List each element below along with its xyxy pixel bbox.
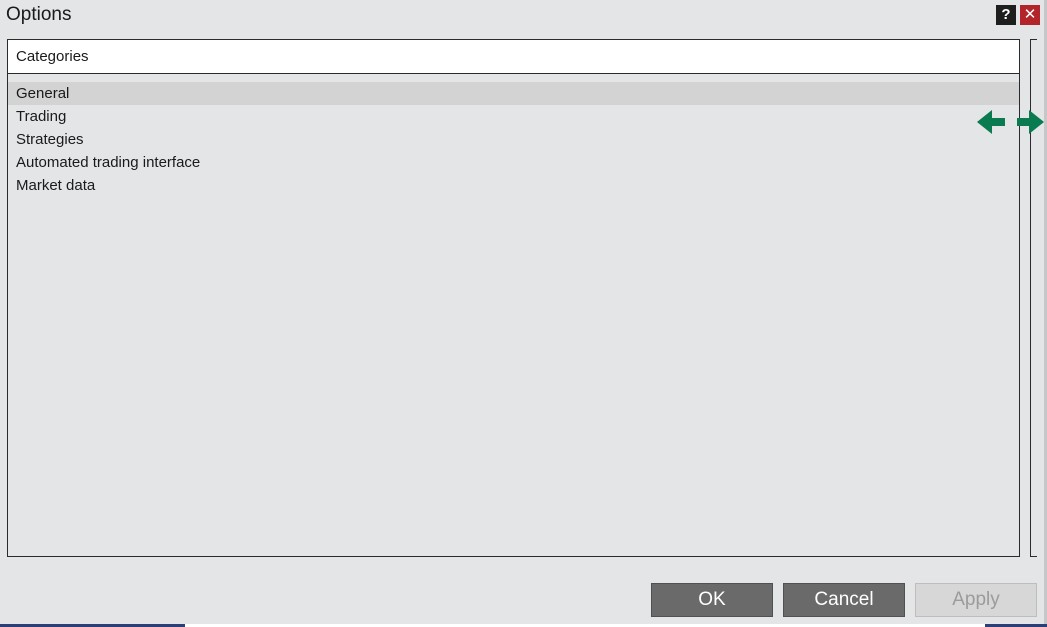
- resize-horizontal-icon[interactable]: [977, 108, 1047, 136]
- category-item-label: Automated trading interface: [16, 154, 201, 171]
- help-icon: ?: [1001, 6, 1011, 23]
- title-bar: Options ? ✕: [0, 0, 1047, 30]
- ok-button[interactable]: OK: [651, 583, 773, 617]
- category-item-label: General: [16, 85, 70, 102]
- category-item-market-data[interactable]: Market data: [8, 174, 1019, 197]
- category-item-automated-trading-interface[interactable]: Automated trading interface: [8, 151, 1019, 174]
- category-item-label: Trading: [16, 108, 67, 125]
- categories-header-label: Categories: [16, 48, 89, 65]
- cancel-button[interactable]: Cancel: [783, 583, 905, 617]
- categories-list: General Trading Strategies Automated tra…: [8, 82, 1019, 197]
- category-item-general[interactable]: General: [8, 82, 1019, 105]
- category-item-label: Strategies: [16, 131, 84, 148]
- options-dialog: Options ? ✕ Categories General Trading S…: [0, 0, 1047, 627]
- category-item-label: Market data: [16, 177, 96, 194]
- categories-header: Categories: [8, 40, 1019, 74]
- category-item-strategies[interactable]: Strategies: [8, 128, 1019, 151]
- window-title: Options: [6, 4, 72, 25]
- close-icon: ✕: [1023, 6, 1037, 23]
- category-item-trading[interactable]: Trading: [8, 105, 1019, 128]
- help-button[interactable]: ?: [996, 5, 1016, 25]
- close-button[interactable]: ✕: [1020, 5, 1040, 25]
- categories-panel: Categories General Trading Strategies Au…: [7, 39, 1020, 557]
- apply-button[interactable]: Apply: [915, 583, 1037, 617]
